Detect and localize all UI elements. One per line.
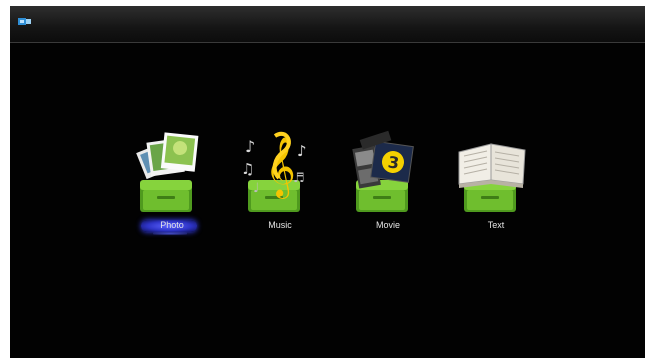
usb-drive-icon: [18, 18, 31, 25]
music-icon: 𝄞 ♪ ♫ ♪ ♩ ♬: [241, 132, 307, 212]
movie-icon: 3: [352, 130, 414, 212]
svg-text:♫: ♫: [241, 160, 254, 178]
menu-item-label: Text: [487, 220, 505, 230]
svg-text:♩: ♩: [253, 181, 259, 196]
svg-text:♪: ♪: [297, 142, 307, 160]
text-icon: [458, 143, 526, 212]
selection-reflection: [153, 232, 187, 235]
svg-text:♪: ♪: [245, 137, 255, 156]
svg-text:♬: ♬: [293, 171, 305, 186]
menu-item-label: Movie: [375, 220, 400, 230]
photo-icon: [136, 132, 199, 212]
svg-text:𝄞: 𝄞: [265, 137, 296, 199]
menu-item-photo[interactable]: Photo: [127, 122, 217, 237]
status-bar: [10, 6, 645, 43]
media-screen: Photo 𝄞 ♪ ♫ ♪ ♩ ♬ Music 3 Movie Text: [10, 6, 645, 358]
menu-item-text[interactable]: Text: [451, 122, 541, 237]
menu-item-music[interactable]: 𝄞 ♪ ♫ ♪ ♩ ♬ Music: [235, 122, 325, 237]
menu-item-label: Photo: [160, 220, 184, 230]
menu-item-movie[interactable]: 3 Movie: [343, 122, 433, 237]
menu-item-label: Music: [268, 220, 292, 230]
media-menu: Photo 𝄞 ♪ ♫ ♪ ♩ ♬ Music 3 Movie Text: [127, 122, 547, 242]
